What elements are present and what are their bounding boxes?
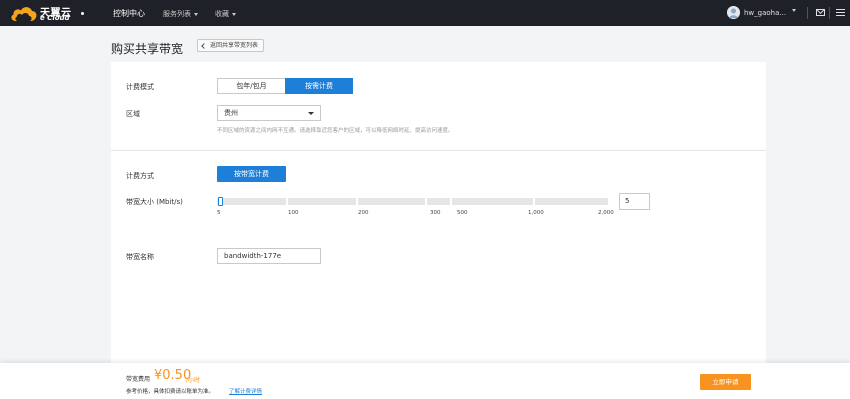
billing-mode-yearly-option[interactable]: 包年/包月 bbox=[217, 78, 286, 94]
bandwidth-size-label: 带宽大小 (Mbit/s) bbox=[126, 198, 183, 206]
nav-favorites-label: 收藏 bbox=[215, 10, 229, 18]
nav-services-label: 服务列表 bbox=[163, 10, 191, 18]
back-to-list-button[interactable]: 返回共享带宽列表 bbox=[197, 39, 265, 52]
pricing-details-link[interactable]: 了解计费详情 bbox=[229, 387, 262, 395]
chevron-down-icon bbox=[232, 12, 236, 16]
menu-icon[interactable] bbox=[836, 9, 845, 17]
slider-tick-label: 2,000 bbox=[598, 210, 614, 216]
charge-by-bandwidth-button[interactable]: 按带宽计费 bbox=[217, 166, 286, 182]
section-divider bbox=[111, 150, 766, 151]
slider-tick-label: 500 bbox=[457, 210, 468, 216]
bandwidth-name-label: 带宽名称 bbox=[126, 253, 154, 261]
fee-unit: /小时 bbox=[186, 377, 201, 384]
logo-dot bbox=[81, 12, 84, 15]
slider-segment-gap bbox=[356, 198, 358, 205]
bandwidth-value-input[interactable]: 5 bbox=[619, 193, 650, 210]
nav-divider bbox=[829, 7, 830, 19]
region-label: 区域 bbox=[126, 110, 140, 118]
page-title: 购买共享带宽 bbox=[111, 42, 184, 56]
slider-segment-gap bbox=[450, 198, 452, 205]
slider-tick-label: 300 bbox=[430, 210, 441, 216]
apply-now-button[interactable]: 立即申请 bbox=[700, 374, 751, 390]
mail-icon[interactable] bbox=[816, 9, 825, 16]
billing-mode-ondemand-option[interactable]: 按需计费 bbox=[285, 78, 353, 94]
caret-down-icon bbox=[308, 112, 314, 115]
slider-segment-gap bbox=[533, 198, 535, 205]
nav-divider bbox=[807, 7, 808, 19]
avatar-icon bbox=[727, 6, 740, 19]
chevron-down-icon bbox=[194, 12, 198, 16]
bandwidth-slider-handle[interactable] bbox=[218, 197, 223, 206]
slider-tick-label: 5 bbox=[217, 210, 221, 216]
avatar bbox=[727, 6, 740, 19]
nav-services-menu[interactable]: 服务列表 bbox=[163, 9, 198, 19]
slider-segment-gap bbox=[286, 198, 288, 205]
nav-console[interactable]: 控制中心 bbox=[113, 8, 145, 19]
slider-tick-label: 200 bbox=[358, 210, 369, 216]
nav-favorites-menu[interactable]: 收藏 bbox=[215, 9, 236, 19]
region-select[interactable]: 贵州 bbox=[217, 105, 321, 121]
region-value: 贵州 bbox=[224, 109, 238, 117]
slider-tick-label: 100 bbox=[288, 210, 299, 216]
cloud-logo-icon bbox=[11, 7, 37, 21]
logo-text-en: e Cloud bbox=[40, 14, 70, 22]
bandwidth-name-input[interactable]: bandwidth-177e bbox=[217, 248, 321, 264]
fee-note: 参考价格，具体扣费请以账单为准。 bbox=[126, 389, 215, 395]
chevron-down-icon bbox=[792, 9, 796, 12]
back-button-label: 返回共享带宽列表 bbox=[210, 42, 259, 49]
top-nav-bar: 天翼云 e Cloud 控制中心 服务列表 收藏 hw_gaoha... bbox=[0, 0, 850, 26]
chevron-left-icon bbox=[201, 43, 207, 49]
order-summary-bar: 带宽费用 ¥0.50 /小时 参考价格，具体扣费请以账单为准。 了解计费详情 立… bbox=[0, 363, 850, 399]
region-hint: 不同区域的资源之间内网不互通。请选择靠近您客户的区域，可以降低网络时延、提高访问… bbox=[217, 128, 454, 134]
charge-method-label: 计费方式 bbox=[126, 172, 154, 180]
purchase-form-card: 计费模式 包年/包月 按需计费 区域 贵州 不同区域的资源之间内网不互通。请选择… bbox=[111, 62, 766, 370]
slider-tick-label: 1,000 bbox=[528, 210, 544, 216]
username: hw_gaoha... bbox=[744, 9, 787, 17]
bandwidth-slider-track[interactable] bbox=[217, 198, 608, 205]
ecloud-logo[interactable]: 天翼云 e Cloud bbox=[10, 3, 88, 23]
billing-mode-label: 计费模式 bbox=[126, 83, 154, 91]
slider-segment-gap bbox=[425, 198, 427, 205]
fee-label: 带宽费用 bbox=[126, 376, 151, 383]
